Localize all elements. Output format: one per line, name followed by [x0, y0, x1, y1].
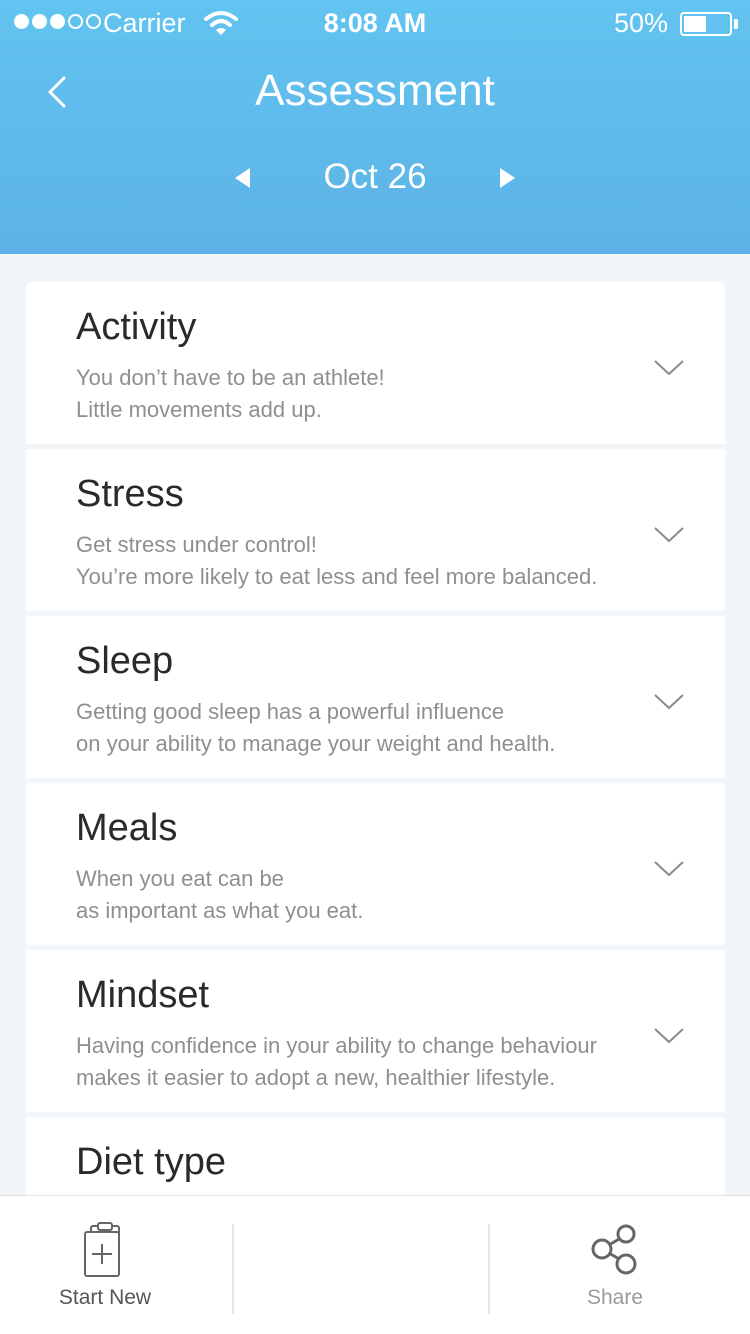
category-card-mindset[interactable]: Mindset Having confidence in your abilit…: [26, 950, 725, 1112]
description-line: on your ability to manage your weight an…: [76, 731, 556, 756]
share-button[interactable]: Share: [510, 1196, 720, 1334]
category-card-meals[interactable]: Meals When you eat can be as important a…: [26, 783, 725, 945]
category-description: Getting good sleep has a powerful influe…: [76, 696, 636, 760]
clipboard-add-icon: [84, 1222, 120, 1277]
category-title: Meals: [76, 807, 178, 849]
start-new-button[interactable]: Start New: [0, 1196, 210, 1334]
category-card-sleep[interactable]: Sleep Getting good sleep has a powerful …: [26, 616, 725, 778]
current-date: Oct 26: [323, 157, 427, 196]
assessment-list: Activity You don’t have to be an athlete…: [26, 282, 725, 1284]
share-icon: [591, 1224, 637, 1275]
category-description: Get stress under control! You’re more li…: [76, 529, 636, 593]
description-line: as important as what you eat.: [76, 898, 364, 923]
description-line: Little movements add up.: [76, 397, 322, 422]
chevron-down-icon[interactable]: [653, 1026, 685, 1046]
category-title: Sleep: [76, 640, 174, 682]
page-title: Assessment: [255, 66, 495, 115]
description-line: You don’t have to be an athlete!: [76, 365, 385, 390]
toolbar-divider: [488, 1224, 490, 1314]
chevron-down-icon[interactable]: [653, 859, 685, 879]
bottom-toolbar: Start New Share: [0, 1195, 750, 1334]
header: Carrier 8:08 AM 50% Assessment Oct 26: [0, 0, 750, 254]
share-label: Share: [586, 1286, 644, 1309]
chevron-down-icon[interactable]: [653, 358, 685, 378]
battery-fill: [684, 16, 706, 32]
start-new-label: Start New: [58, 1286, 152, 1309]
description-line: Get stress under control!: [76, 532, 317, 557]
battery-tip: [734, 19, 738, 29]
description-line: makes it easier to adopt a new, healthie…: [76, 1065, 556, 1090]
chevron-down-icon[interactable]: [653, 525, 685, 545]
category-title: Activity: [76, 306, 197, 348]
battery-icon: [680, 12, 732, 36]
category-description: You don’t have to be an athlete! Little …: [76, 362, 636, 426]
category-description: Having confidence in your ability to cha…: [76, 1030, 636, 1094]
battery-percentage: 50%: [613, 8, 668, 38]
category-title: Mindset: [76, 974, 210, 1016]
chevron-down-icon[interactable]: [653, 692, 685, 712]
status-bar: Carrier 8:08 AM 50%: [0, 0, 750, 48]
description-line: Having confidence in your ability to cha…: [76, 1033, 597, 1058]
description-line: Getting good sleep has a powerful influe…: [76, 699, 505, 724]
description-line: You’re more likely to eat less and feel …: [76, 564, 598, 589]
category-card-stress[interactable]: Stress Get stress under control! You’re …: [26, 449, 725, 611]
next-date-icon[interactable]: [498, 166, 518, 190]
category-title: Stress: [76, 473, 184, 515]
description-line: When you eat can be: [76, 866, 284, 891]
toolbar-divider: [232, 1224, 234, 1314]
category-title: Diet type: [76, 1141, 226, 1183]
category-card-activity[interactable]: Activity You don’t have to be an athlete…: [26, 282, 725, 444]
category-description: When you eat can be as important as what…: [76, 863, 636, 927]
